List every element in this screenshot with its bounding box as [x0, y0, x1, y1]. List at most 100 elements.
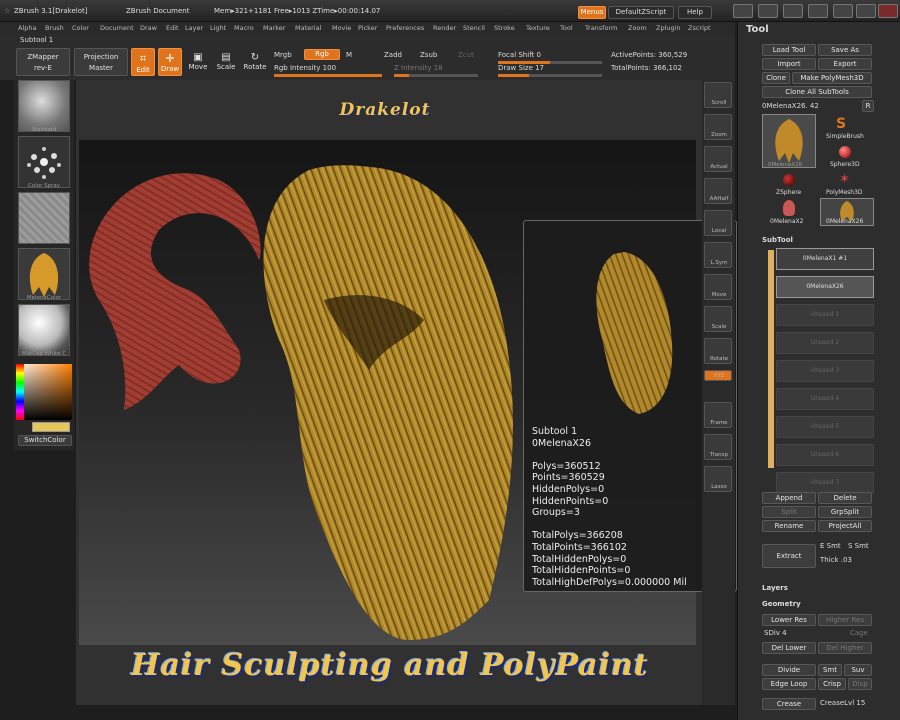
sphere3d-icon[interactable]: [839, 146, 851, 158]
simplebrush-icon[interactable]: S: [836, 116, 846, 132]
menu-item[interactable]: Stencil: [463, 24, 485, 32]
shelf-button[interactable]: Scroll: [704, 82, 732, 108]
save-as-button[interactable]: Save As: [818, 44, 872, 56]
subtool-slot[interactable]: 0MelenaX26: [776, 276, 874, 298]
menu-item[interactable]: Light: [210, 24, 226, 32]
subtool-slot[interactable]: Unused 4: [776, 388, 874, 410]
del-lower-button[interactable]: Del Lower: [762, 642, 816, 654]
subtool-slot[interactable]: Unused 7: [776, 472, 874, 494]
projectall-button[interactable]: ProjectAll: [818, 520, 872, 532]
rgb-intensity-slider[interactable]: [274, 74, 382, 77]
rgb-toggle[interactable]: Rgb: [304, 49, 340, 60]
e-smt-toggle[interactable]: E Smt: [820, 542, 841, 550]
menu-item[interactable]: Movie: [332, 24, 351, 32]
menu-item[interactable]: Edit: [166, 24, 179, 32]
subtool-slot[interactable]: Unused 1: [776, 304, 874, 326]
melena-texture-thumb[interactable]: [18, 248, 70, 300]
zcut-toggle[interactable]: Zcut: [458, 51, 474, 59]
m-toggle[interactable]: M: [346, 51, 352, 59]
edge-loop-button[interactable]: Edge Loop: [762, 678, 816, 690]
shelf-button[interactable]: AAHalf: [704, 178, 732, 204]
disp-toggle[interactable]: Disp: [848, 678, 872, 690]
higher-res-button[interactable]: Higher Res: [818, 614, 872, 626]
melena-small-icon[interactable]: [783, 200, 795, 216]
subtool-scrollbar[interactable]: [768, 250, 774, 468]
menu-item[interactable]: Tool: [560, 24, 573, 32]
crease-level-slider[interactable]: CreaseLvl 15: [820, 699, 865, 707]
lock-icon[interactable]: [808, 4, 828, 18]
shelf-button[interactable]: Move: [704, 274, 732, 300]
color-picker[interactable]: [16, 364, 72, 420]
suv-toggle[interactable]: Suv: [844, 664, 872, 676]
shelf-button[interactable]: XYZ: [704, 370, 732, 381]
subtool-slot[interactable]: Unused 6: [776, 444, 874, 466]
menu-item[interactable]: Layer: [185, 24, 203, 32]
maximize-icon[interactable]: [856, 4, 876, 18]
menu-item[interactable]: Zoom: [628, 24, 647, 32]
hue-strip[interactable]: [16, 364, 24, 420]
menu-item[interactable]: Brush: [45, 24, 64, 32]
scale-button[interactable]: ▤ Scale: [214, 48, 238, 76]
del-higher-button[interactable]: Del Higher: [818, 642, 872, 654]
menu-item[interactable]: Material: [295, 24, 321, 32]
subtool-slot[interactable]: Unused 2: [776, 332, 874, 354]
zsphere-icon[interactable]: [783, 174, 795, 186]
color-spray-stroke-thumb[interactable]: [18, 136, 70, 188]
zmapper-button[interactable]: ZMapper rev-E: [16, 48, 70, 76]
shelf-button[interactable]: Transp: [704, 434, 732, 460]
lower-res-button[interactable]: Lower Res: [762, 614, 816, 626]
polymesh-star-icon[interactable]: ✶: [839, 172, 850, 187]
menu-item[interactable]: Preferences: [386, 24, 424, 32]
smt-toggle[interactable]: Smt: [818, 664, 842, 676]
menu-item[interactable]: Picker: [358, 24, 377, 32]
crease-button[interactable]: Crease: [762, 698, 816, 710]
append-button[interactable]: Append: [762, 492, 816, 504]
menu-item[interactable]: Marker: [263, 24, 285, 32]
menu-item[interactable]: Texture: [526, 24, 550, 32]
window-icon[interactable]: [783, 4, 803, 18]
menus-button[interactable]: Menus: [578, 6, 606, 19]
grpsplit-button[interactable]: GrpSplit: [818, 506, 872, 518]
crisp-toggle[interactable]: Crisp: [818, 678, 846, 690]
shelf-button[interactable]: L.Sym: [704, 242, 732, 268]
z-intensity-slider[interactable]: [394, 74, 478, 77]
menu-item[interactable]: Alpha: [18, 24, 36, 32]
delete-button[interactable]: Delete: [818, 492, 872, 504]
cage-button[interactable]: Cage: [850, 629, 868, 637]
subtool-slot[interactable]: Unused 5: [776, 416, 874, 438]
clone-button[interactable]: Clone: [762, 72, 790, 84]
r-button[interactable]: R: [862, 100, 874, 112]
zadd-toggle[interactable]: Zadd: [384, 51, 402, 59]
help-button[interactable]: Help: [678, 6, 712, 19]
subtool-slot[interactable]: 0MelenaX1 #1: [776, 248, 874, 270]
divide-button[interactable]: Divide: [762, 664, 816, 676]
import-button[interactable]: Import: [762, 58, 816, 70]
switch-color-button[interactable]: SwitchColor: [18, 435, 72, 446]
window-icon[interactable]: [733, 4, 753, 18]
edit-button[interactable]: ⌗ Edit: [131, 48, 155, 76]
displace-alpha-thumb[interactable]: [18, 192, 70, 244]
menu-item[interactable]: Color: [72, 24, 89, 32]
color-swatch[interactable]: [32, 422, 70, 432]
shelf-button[interactable]: Actual: [704, 146, 732, 172]
draw-size-slider[interactable]: [498, 74, 602, 77]
shelf-button[interactable]: Scale: [704, 306, 732, 332]
shelf-button[interactable]: Frame: [704, 402, 732, 428]
rename-button[interactable]: Rename: [762, 520, 816, 532]
window-icon[interactable]: [758, 4, 778, 18]
rotate-button[interactable]: ↻ Rotate: [242, 48, 268, 76]
split-button[interactable]: Split: [762, 506, 816, 518]
menu-item[interactable]: Zscript: [688, 24, 711, 32]
zsub-toggle[interactable]: Zsub: [420, 51, 437, 59]
draw-button[interactable]: ✛ Draw: [158, 48, 182, 76]
default-zscript-button[interactable]: DefaultZScript: [608, 6, 674, 19]
sdiv-slider-label[interactable]: SDiv 4: [764, 629, 787, 637]
projection-master-button[interactable]: Projection Master: [74, 48, 128, 76]
shelf-button[interactable]: Lasso: [704, 466, 732, 492]
standard-brush-thumb[interactable]: [18, 80, 70, 132]
tool-thumb-main[interactable]: [762, 114, 816, 168]
minimize-icon[interactable]: [833, 4, 853, 18]
matcap-white-thumb[interactable]: [18, 304, 70, 356]
menu-item[interactable]: Draw: [140, 24, 157, 32]
thick-slider-label[interactable]: Thick .03: [820, 556, 852, 564]
